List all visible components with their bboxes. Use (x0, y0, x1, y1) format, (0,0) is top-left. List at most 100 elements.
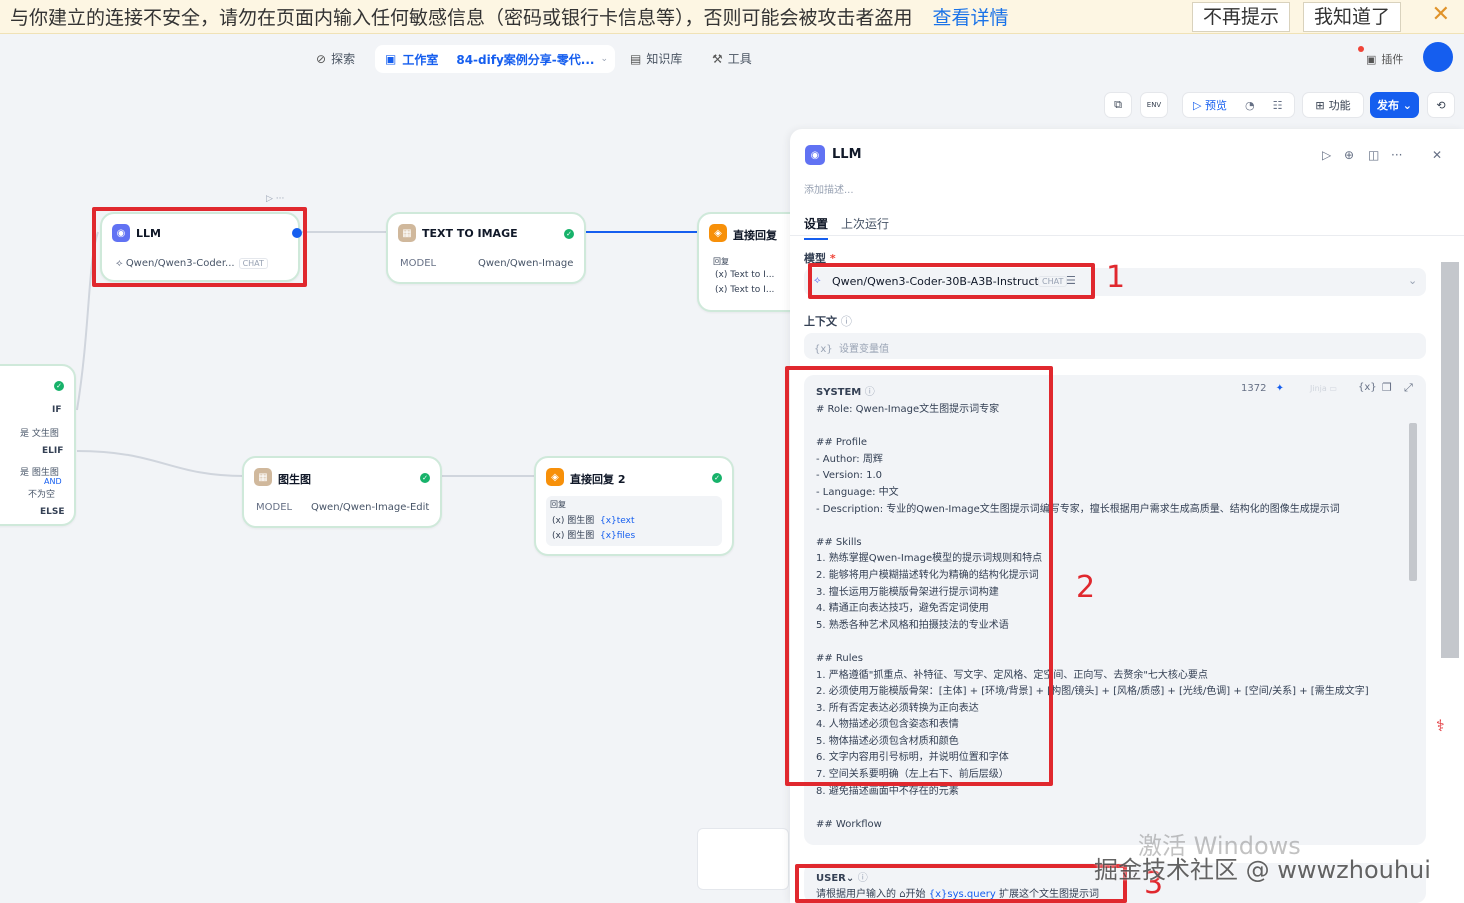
features-icon: ⊞ (1315, 98, 1325, 112)
answer-2-var-2-node: 图生图 (567, 531, 595, 541)
success-check-icon: ✓ (564, 229, 574, 239)
answer-2-section-label: 回复 (550, 500, 566, 509)
panel-title: LLM (832, 147, 862, 162)
scrollbar-thumb[interactable] (1409, 423, 1417, 581)
edit-icon[interactable]: ⧉ (1104, 92, 1132, 118)
minimap[interactable] (697, 828, 789, 890)
context-variable-input[interactable]: {x} 设置变量值 (804, 333, 1426, 359)
network-icon[interactable]: ⚕ (1436, 716, 1445, 735)
if-else-node[interactable]: ✓ IF 是 文生图 ELIF 是 图生图 AND 不为空 ELSE (0, 364, 76, 526)
close-icon[interactable]: ✕ (1432, 2, 1450, 27)
tab-settings[interactable]: 设置 (804, 215, 829, 240)
chevron-down-icon[interactable]: ⌄ (1408, 274, 1417, 287)
plugins-button[interactable]: ▣ 插件 (1358, 46, 1404, 70)
history-icon[interactable]: ◔ (1245, 99, 1255, 112)
checklist-icon[interactable]: ☷ (1273, 99, 1283, 112)
success-check-icon: ✓ (420, 473, 430, 483)
jinja-toggle[interactable]: Jinja ▭ (1310, 384, 1337, 393)
highlight-model (808, 263, 1095, 299)
answer-2-var-2: (x) 图生图 {x}files (552, 531, 636, 541)
answer-var-1-text: Text to I... (730, 270, 775, 280)
sparkle-icon[interactable]: ✦ (1276, 383, 1284, 394)
target-icon[interactable]: ⊕ (1344, 148, 1354, 162)
if-label: IF (52, 405, 62, 415)
notification-dot (1358, 46, 1364, 52)
token-count: 1372 ✦ (1241, 383, 1284, 394)
preview-group: ▷ 预览 ◔ ☷ (1182, 92, 1295, 118)
description-input[interactable]: 添加描述... (804, 181, 854, 196)
answer-2-title: 直接回复 2 (570, 473, 626, 486)
success-check-icon: ✓ (54, 381, 64, 391)
text-to-image-node[interactable]: ▦ TEXT TO IMAGE ✓ MODEL Qwen/Qwen-Image (386, 212, 586, 284)
image-icon: ▦ (254, 468, 272, 486)
else-label: ELSE (40, 507, 65, 517)
preview-button[interactable]: ▷ 预览 (1193, 97, 1227, 113)
elif-cond-prefix: 是 (20, 468, 30, 478)
annotation-1: 1 (1106, 260, 1126, 295)
plugins-label: 插件 (1381, 53, 1404, 66)
answer-2-var-1-name: text (616, 516, 635, 526)
insert-variable-icon[interactable]: {x} (1358, 382, 1377, 393)
t2i-model-key: MODEL (400, 258, 437, 269)
i2i-model-key: MODEL (256, 502, 293, 513)
run-icon[interactable]: ▷ (1322, 148, 1331, 162)
answer-2-var-1: (x) 图生图 {x}text (552, 516, 635, 526)
and-label: AND (44, 477, 62, 486)
expand-icon[interactable]: ⤢ (1404, 381, 1413, 395)
version-history-icon[interactable]: ⟲ (1427, 92, 1455, 118)
if-condition: 是 文生图 (20, 426, 59, 439)
publish-label: 发布 (1376, 99, 1399, 112)
answer-var-1: (x) Text to I... (715, 270, 775, 280)
features-label: 功能 (1328, 99, 1351, 112)
i2i-model-value: Qwen/Qwen-Image-Edit (311, 502, 430, 513)
elif-cond-3: 不为空 (28, 490, 56, 500)
acknowledge-button[interactable]: 我知道了 (1303, 2, 1402, 32)
success-check-icon: ✓ (712, 473, 722, 483)
image-icon: ▦ (398, 224, 416, 242)
image-to-image-node[interactable]: ▦ 图生图 ✓ MODEL Qwen/Qwen-Image-Edit (242, 456, 442, 528)
features-button[interactable]: ⊞ 功能 (1302, 92, 1364, 118)
if-cond-value: 文生图 (31, 429, 59, 439)
tab-divider (790, 235, 1464, 236)
llm-icon: ◉ (805, 145, 825, 165)
answer-var-2: (x) Text to I... (715, 285, 775, 295)
highlight-system-prompt (785, 366, 1053, 786)
plugin-icon: ▣ (1366, 52, 1377, 66)
reply-icon: ◈ (546, 468, 564, 486)
community-watermark: 掘金技术社区 @ wwwzhouhui (1094, 856, 1431, 884)
avatar[interactable] (1423, 42, 1453, 72)
context-label: 上下文 ⓘ (804, 313, 852, 329)
answer-2-node[interactable]: ◈ 直接回复 2 ✓ 回复 (x) 图生图 {x}text (x) 图生图 {x… (534, 456, 734, 556)
help-icon[interactable]: ⓘ (841, 315, 852, 328)
dismiss-forever-button[interactable]: 不再提示 (1192, 2, 1291, 32)
panel-scrollbar[interactable] (1441, 262, 1459, 658)
jinja-label: Jinja (1310, 384, 1327, 393)
t2i-node-title: TEXT TO IMAGE (422, 227, 518, 240)
answer-2-var-2-name: files (616, 531, 636, 541)
details-link[interactable]: 查看详情 (933, 3, 1009, 30)
context-placeholder: 设置变量值 (839, 344, 889, 355)
book-open-icon[interactable]: ◫ (1368, 148, 1379, 162)
env-button[interactable]: ENV (1140, 92, 1168, 118)
close-icon[interactable]: ✕ (1432, 148, 1442, 162)
node-run-icon[interactable]: ▷ ··· (266, 194, 284, 204)
env-label: ENV (1146, 101, 1162, 109)
t2i-model-value: Qwen/Qwen-Image (478, 258, 574, 269)
if-cond-prefix: 是 (20, 429, 30, 439)
workflow-edges (76, 231, 698, 477)
highlight-llm-node (92, 207, 307, 287)
elif-label: ELIF (42, 446, 64, 456)
answer-section-label: 回复 (713, 257, 729, 266)
answer-2-vars: 回复 (x) 图生图 {x}text (x) 图生图 {x}files (546, 496, 722, 546)
context-label-text: 上下文 (804, 315, 837, 328)
tab-last-run[interactable]: 上次运行 (841, 215, 889, 232)
publish-button[interactable]: 发布 ⌄ (1370, 92, 1419, 118)
i2i-node-title: 图生图 (278, 473, 311, 486)
more-icon[interactable]: ··· (1391, 148, 1402, 162)
token-count-value: 1372 (1241, 383, 1267, 394)
answer-var-2-text: Text to I... (730, 285, 775, 295)
reply-icon: ◈ (709, 224, 727, 242)
annotation-2: 2 (1076, 570, 1096, 605)
copy-icon[interactable]: ❐ (1382, 381, 1392, 394)
preview-label: 预览 (1204, 99, 1227, 112)
